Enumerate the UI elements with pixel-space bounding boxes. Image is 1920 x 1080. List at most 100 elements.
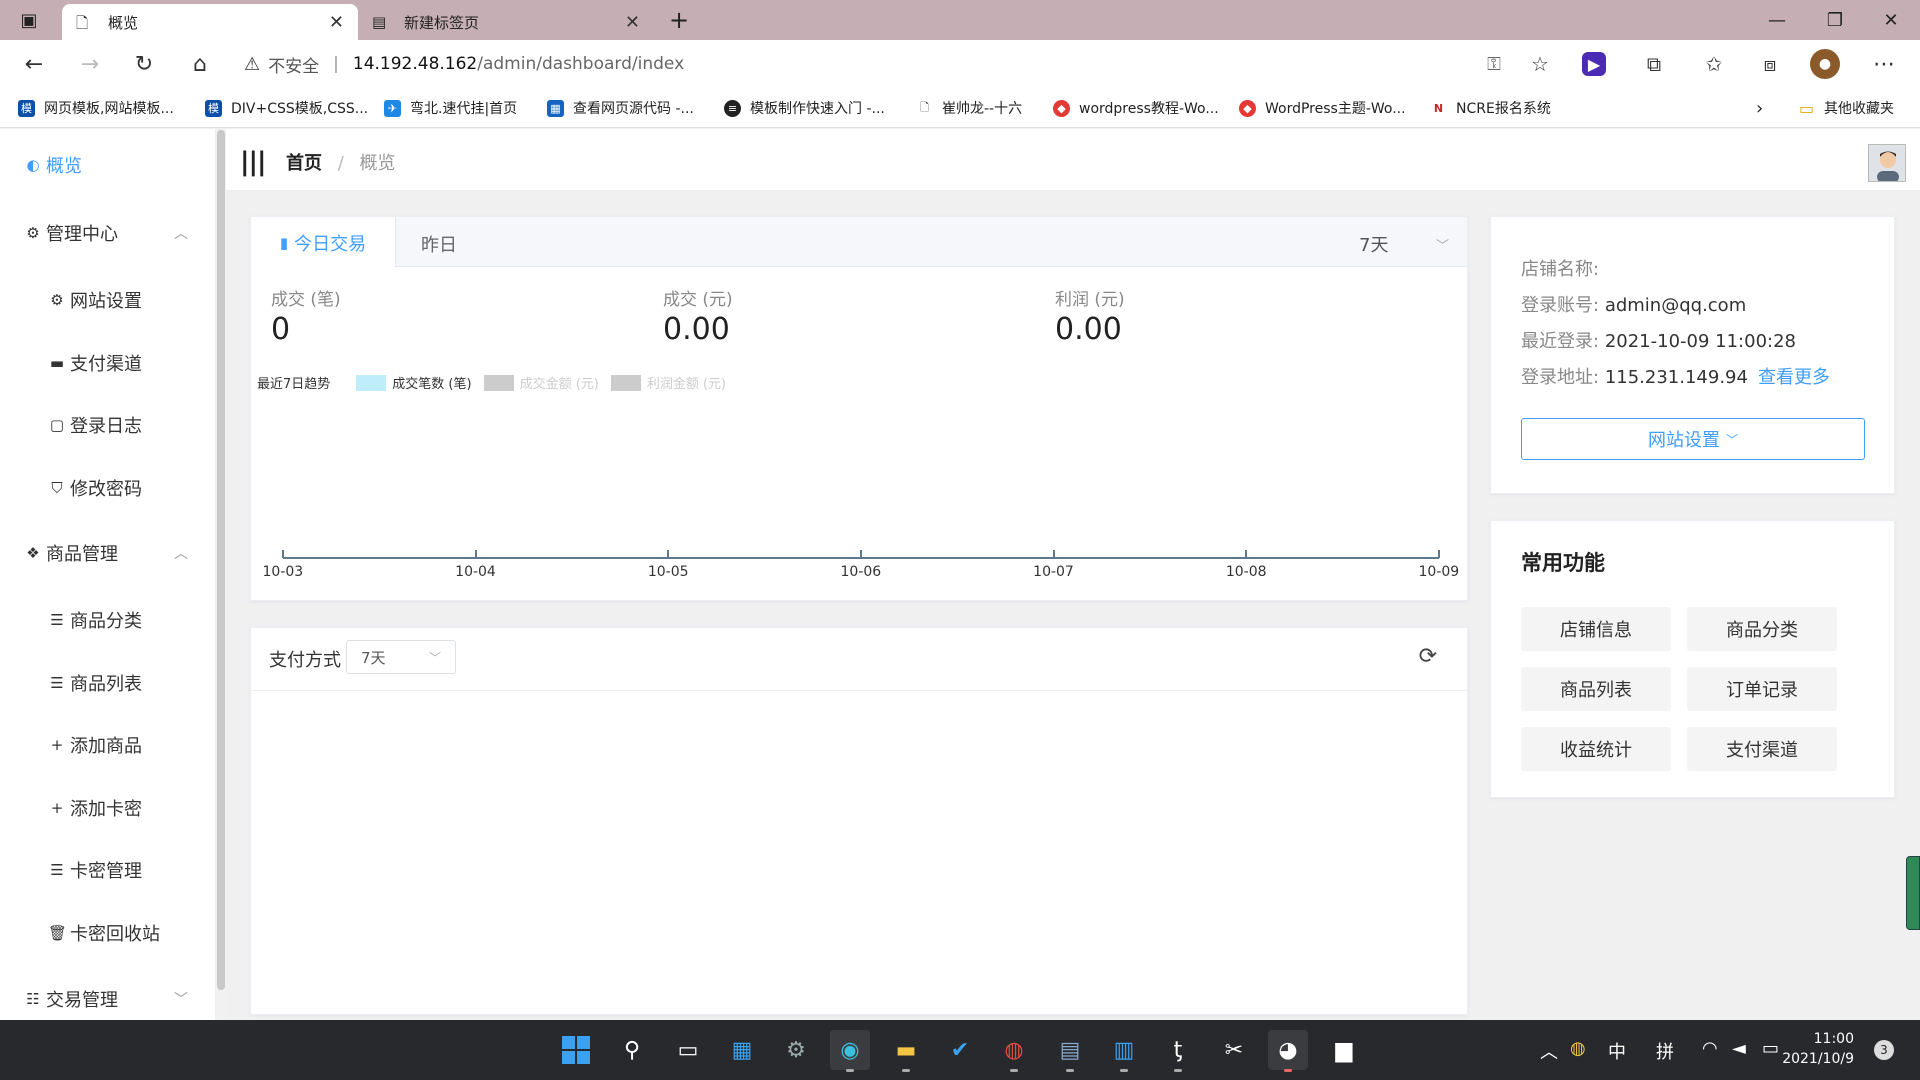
add-favorite-icon[interactable]: ☆ (1524, 48, 1556, 80)
forward-button[interactable]: → (74, 48, 106, 80)
quick-payment-channels-button[interactable]: 支付渠道 (1687, 727, 1837, 771)
todo-icon[interactable]: ✔ (940, 1030, 980, 1070)
notification-badge[interactable]: 3 (1874, 1040, 1894, 1060)
refresh-icon[interactable]: ⟳ (1419, 644, 1437, 669)
quick-product-categories-button[interactable]: 商品分类 (1687, 607, 1837, 651)
security-label: 不安全 (268, 56, 320, 77)
range-select[interactable]: 7天 ﹀ (1359, 231, 1449, 257)
chart-tick (282, 550, 284, 558)
close-icon[interactable]: ✕ (625, 12, 640, 33)
back-button[interactable]: ← (18, 48, 50, 80)
breadcrumb-home[interactable]: 首页 (286, 153, 322, 174)
sidebar-item-overview[interactable]: ◐ 概览 (24, 145, 82, 185)
tab-actions-icon[interactable]: ▣ (0, 0, 58, 40)
view-more-link[interactable]: 查看更多 (1758, 367, 1830, 388)
edge-icon[interactable]: ◉ (830, 1030, 870, 1072)
wifi-icon[interactable]: ◠ (1702, 1038, 1718, 1059)
other-bookmarks[interactable]: ▭ 其他收藏夹 (1798, 96, 1894, 120)
legend-item-profit[interactable]: 利润金额 (元) (610, 373, 726, 392)
more-icon[interactable]: ⋯ (1868, 48, 1900, 80)
bookmark-favicon-icon: 🗋 (920, 100, 929, 114)
quick-product-list-button[interactable]: 商品列表 (1521, 667, 1671, 711)
restore-button[interactable]: ❐ (1806, 0, 1864, 40)
task-view-icon[interactable]: ▭ (668, 1030, 708, 1070)
side-panel-handle[interactable] (1906, 856, 1920, 930)
sidebar-item-payment-channels[interactable]: ▬ 支付渠道 (48, 343, 142, 383)
start-icon[interactable] (556, 1030, 596, 1070)
bookmark-item[interactable]: ◆ wordpress教程-Wo... (1053, 96, 1219, 120)
tab-today-label: 今日交易 (294, 233, 367, 255)
bookmark-item[interactable]: ≡ 模板制作快速入门 -... (724, 96, 885, 120)
warning-icon[interactable]: ⚠ (244, 54, 260, 75)
sidebar-item-add-card[interactable]: + 添加卡密 (48, 788, 142, 828)
terminal-icon[interactable]: ▆ (1324, 1030, 1364, 1070)
bookmark-item[interactable]: 模 DIV+CSS模板,CSS... (205, 96, 368, 120)
browser-tab[interactable]: ▤ 新建标签页 ✕ (358, 4, 654, 40)
settings-icon[interactable]: ⚙ (776, 1030, 816, 1070)
notepad-icon[interactable]: ▥ (1104, 1030, 1144, 1072)
sidebar-item-product-categories[interactable]: ☰ 商品分类 (48, 600, 142, 640)
bookmark-item[interactable]: ▦ 查看网页源代码 -... (547, 96, 694, 120)
stat-value: 0.00 (1055, 312, 1122, 347)
bookmark-item[interactable]: ✈ 弯北.速代挂|首页 (384, 96, 517, 120)
minimize-button[interactable]: — (1748, 0, 1806, 40)
bookmark-item[interactable]: ◆ WordPress主题-Wo... (1239, 96, 1406, 120)
sidebar-item-product-list[interactable]: ☰ 商品列表 (48, 663, 142, 703)
payment-range-select[interactable]: 7天 ﹀ (346, 640, 456, 674)
menu-toggle-icon[interactable]: ||| (240, 147, 266, 177)
tab-yesterday[interactable]: 昨日 (421, 231, 457, 257)
search-icon[interactable]: ⚲ (612, 1030, 652, 1070)
close-window-button[interactable]: ✕ (1862, 0, 1920, 40)
typora-icon[interactable]: ƫ (1158, 1030, 1198, 1072)
chevron-right-icon[interactable]: › (1756, 96, 1763, 120)
photo-app-icon[interactable]: ◕ (1268, 1030, 1308, 1072)
bookmark-item[interactable]: 🗋 崔帅龙--十六 (916, 96, 1022, 120)
home-button[interactable]: ⌂ (184, 48, 216, 80)
widgets-icon[interactable]: ▦ (722, 1030, 762, 1070)
sidebar-group-transactions[interactable]: ☷ 交易管理 ﹀ (24, 979, 214, 1019)
volume-icon[interactable]: ◄ (1732, 1038, 1746, 1059)
sidebar-scrollbar-thumb[interactable] (217, 130, 225, 990)
qq-icon[interactable]: ◍ (1570, 1038, 1586, 1059)
sidebar-item-site-settings[interactable]: ⚙ 网站设置 (48, 280, 142, 320)
bookmark-item[interactable]: 模网页模板,网站模板... (18, 96, 174, 120)
quick-earnings-stats-button[interactable]: 收益统计 (1521, 727, 1671, 771)
capcut-icon[interactable]: ✂ (1214, 1030, 1254, 1070)
quick-order-records-button[interactable]: 订单记录 (1687, 667, 1837, 711)
legend-item-amount[interactable]: 成交金额 (元) (483, 373, 599, 392)
chevron-up-icon[interactable]: ︿ (1540, 1038, 1558, 1064)
sidebar-item-login-log[interactable]: ▢ 登录日志 (48, 405, 142, 445)
profile-avatar[interactable]: ● (1810, 49, 1840, 79)
store-info-card: 店铺名称: 登录账号: admin@qq.com 最近登录: 2021-10-0… (1490, 216, 1895, 494)
file-explorer-icon[interactable]: ▬ (886, 1030, 926, 1072)
bookmark-item[interactable]: N NCRE报名系统 (1430, 96, 1551, 120)
extension-icon[interactable]: ▶ (1582, 52, 1606, 76)
tab-today[interactable]: ▮ 今日交易 (251, 217, 396, 268)
close-icon[interactable]: ✕ (329, 12, 344, 33)
collections-icon[interactable]: ⧈ (1754, 48, 1786, 80)
sidebar-group-admin[interactable]: ⚙ 管理中心 ︿ (24, 213, 214, 253)
sidebar-group-products[interactable]: ❖ 商品管理 ︿ (24, 533, 214, 573)
quick-store-info-button[interactable]: 店铺信息 (1521, 607, 1671, 651)
ime-mode[interactable]: 拼 (1656, 1038, 1674, 1064)
key-icon[interactable]: ⚿ (1478, 48, 1510, 80)
address-bar[interactable]: ⚠ 不安全 | 14.192.48.162 /admin/dashboard/i… (244, 47, 1544, 81)
browser-tab-active[interactable]: 🗋 概览 ✕ (62, 4, 358, 40)
extensions-icon[interactable]: ⧉ (1638, 48, 1670, 80)
battery-icon[interactable]: ▭ (1762, 1038, 1779, 1059)
sidebar-item-add-product[interactable]: + 添加商品 (48, 725, 142, 765)
site-settings-button[interactable]: 网站设置 ﹀ (1521, 418, 1865, 460)
system-clock[interactable]: 11:00 2021/10/9 (1782, 1029, 1854, 1069)
refresh-button[interactable]: ↻ (128, 48, 160, 80)
sidebar-item-change-password[interactable]: ⛉ 修改密码 (48, 468, 142, 508)
monitor-icon[interactable]: ▤ (1050, 1030, 1090, 1072)
chrome-icon[interactable]: ◍ (994, 1030, 1034, 1072)
new-tab-button[interactable]: + (654, 0, 704, 40)
sidebar-item-card-management[interactable]: ☰ 卡密管理 (48, 850, 142, 890)
legend-item-orders[interactable]: 成交笔数 (笔) (356, 373, 472, 392)
ime-language[interactable]: 中 (1608, 1038, 1626, 1064)
avatar[interactable] (1868, 144, 1906, 182)
favorites-icon[interactable]: ✩ (1698, 48, 1730, 80)
stat-label: 成交 (笔) (271, 290, 341, 310)
sidebar-item-card-recycle-bin[interactable]: 🗑 卡密回收站 (48, 913, 160, 953)
